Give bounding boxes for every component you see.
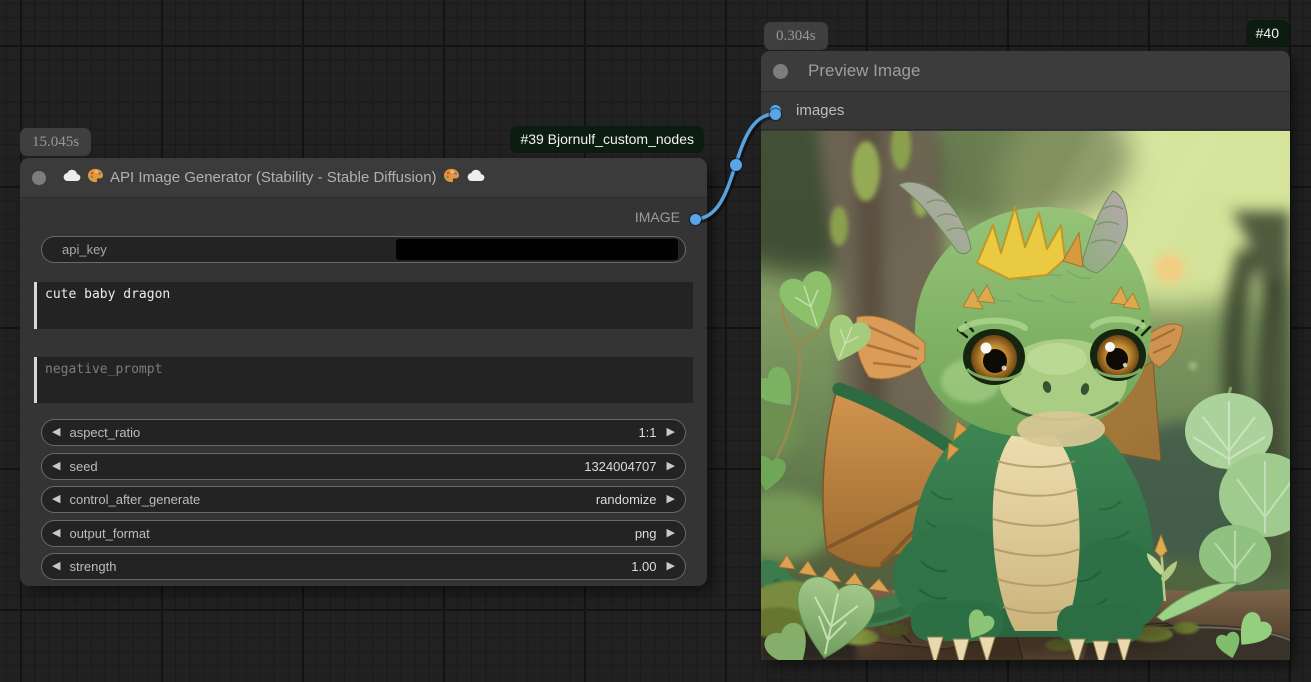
images-input-row: images — [761, 92, 1290, 130]
decrement-arrow-icon[interactable]: ◀ — [52, 494, 60, 505]
dragon-illustration — [761, 131, 1290, 660]
output-slot-image-icon[interactable] — [690, 214, 701, 225]
widget-label: output_format — [69, 526, 149, 541]
collapse-dot[interactable] — [773, 64, 788, 79]
widget-value: png — [635, 526, 657, 541]
output-label-image: IMAGE — [635, 209, 680, 225]
node-graph-canvas[interactable]: 15.045s #39 Bjornulf_custom_nodes 0.304s… — [0, 0, 1311, 682]
decrement-arrow-icon[interactable]: ◀ — [52, 528, 60, 539]
input-slot-images-icon[interactable] — [770, 109, 781, 120]
widget-value: 1324004707 — [584, 459, 656, 474]
cloud-icon — [62, 169, 81, 187]
increment-arrow-icon[interactable]: ▶ — [667, 461, 675, 472]
widget-value: 1:1 — [638, 425, 656, 440]
prompt-textarea[interactable]: cute baby dragon — [34, 282, 693, 329]
node-id-badge: #39 Bjornulf_custom_nodes — [510, 126, 704, 153]
collapse-dot[interactable] — [32, 171, 46, 185]
increment-arrow-icon[interactable]: ▶ — [667, 494, 675, 505]
api-key-label: api_key — [62, 242, 107, 257]
widget-label: aspect_ratio — [69, 425, 140, 440]
negative-prompt-textarea[interactable]: negative_prompt — [34, 357, 693, 403]
palette-icon — [443, 168, 460, 188]
input-label-images: images — [796, 102, 844, 119]
node-id-badge: #40 — [1246, 20, 1289, 47]
decrement-arrow-icon[interactable]: ◀ — [52, 427, 60, 438]
increment-arrow-icon[interactable]: ▶ — [667, 528, 675, 539]
node-title-bar[interactable]: Preview Image — [761, 51, 1290, 92]
execution-time-badge: 0.304s — [764, 22, 828, 50]
cloud-icon — [466, 169, 485, 187]
widget-aspect-ratio[interactable]: ◀ aspect_ratio 1:1 ▶ — [41, 419, 686, 446]
node-title: Preview Image — [808, 61, 920, 81]
decrement-arrow-icon[interactable]: ◀ — [52, 561, 60, 572]
widget-control-after-generate[interactable]: ◀ control_after_generate randomize ▶ — [41, 486, 686, 513]
api-key-redacted-value — [396, 239, 678, 260]
increment-arrow-icon[interactable]: ▶ — [667, 561, 675, 572]
decrement-arrow-icon[interactable]: ◀ — [52, 461, 60, 472]
widget-output-format[interactable]: ◀ output_format png ▶ — [41, 520, 686, 547]
widget-label: control_after_generate — [69, 492, 200, 507]
increment-arrow-icon[interactable]: ▶ — [667, 427, 675, 438]
node-title-bar[interactable]: API Image Generator (Stability - Stable … — [20, 158, 707, 198]
link-midpoint-dot[interactable] — [730, 159, 742, 171]
widget-seed[interactable]: ◀ seed 1324004707 ▶ — [41, 453, 686, 480]
widget-value: 1.00 — [631, 559, 656, 574]
widget-label: seed — [69, 459, 97, 474]
preview-image[interactable] — [761, 131, 1290, 660]
widget-strength[interactable]: ◀ strength 1.00 ▶ — [41, 553, 686, 580]
preview-image-node[interactable]: Preview Image images — [761, 51, 1290, 660]
api-key-input[interactable]: api_key — [41, 236, 686, 263]
execution-time-badge: 15.045s — [20, 128, 91, 156]
node-title: API Image Generator (Stability - Stable … — [110, 169, 437, 186]
api-image-generator-node[interactable]: API Image Generator (Stability - Stable … — [20, 158, 707, 586]
widget-value: randomize — [596, 492, 657, 507]
widget-label: strength — [69, 559, 116, 574]
palette-icon — [87, 168, 104, 188]
